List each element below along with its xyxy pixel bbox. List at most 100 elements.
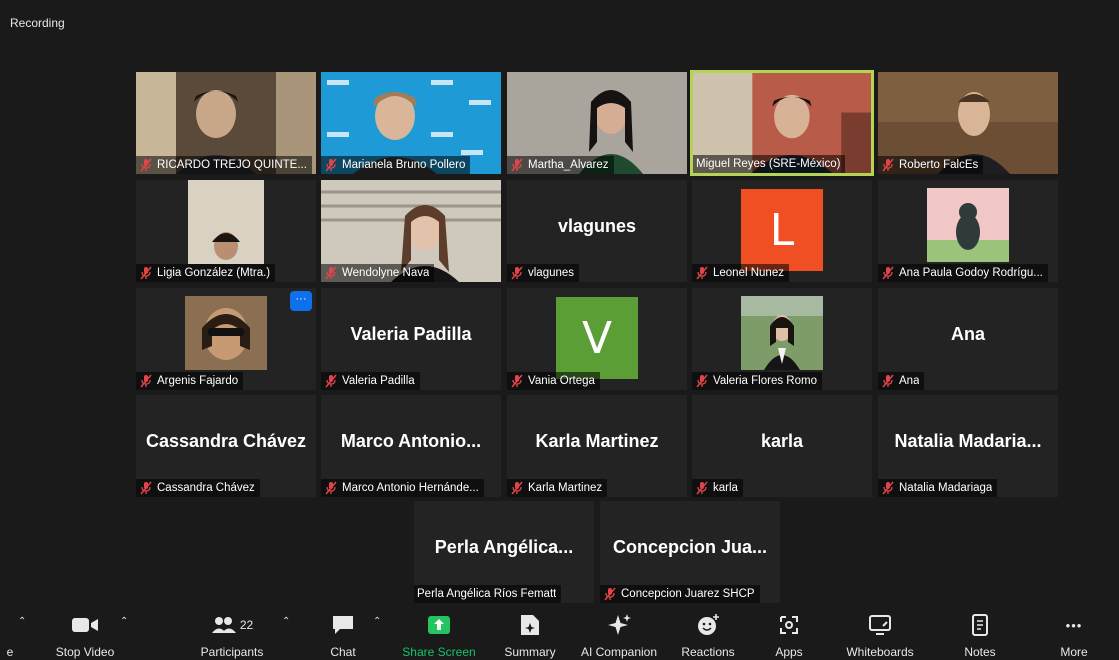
participant-tile[interactable]: Martha_Alvarez xyxy=(507,72,687,174)
more-options-button[interactable]: ··· xyxy=(290,291,312,311)
participant-tile[interactable]: V Vania Ortega xyxy=(507,288,687,390)
ai-sparkle-icon xyxy=(608,614,631,635)
participant-name-label: Martha_Alvarez xyxy=(507,156,614,174)
mic-muted-icon xyxy=(696,266,708,280)
more-button[interactable]: ••• More xyxy=(1048,612,1100,660)
participant-tile[interactable]: Ligia González (Mtra.) xyxy=(136,180,316,282)
active-speaker-tile[interactable]: Miguel Reyes (SRE-México) xyxy=(690,70,874,176)
mic-muted-icon xyxy=(140,374,152,388)
participant-name-label: Ana Paula Godoy Rodrígu... xyxy=(878,264,1048,282)
apps-button[interactable]: Apps xyxy=(760,612,818,660)
reactions-button[interactable]: Reactions xyxy=(676,612,740,660)
participant-tile[interactable]: Valeria Padilla Valeria Padilla xyxy=(321,288,501,390)
share-screen-button[interactable]: Share Screen xyxy=(398,612,480,660)
stop-video-button[interactable]: Stop Video xyxy=(48,612,122,660)
participant-name-label: Natalia Madariaga xyxy=(878,479,998,497)
participant-tile[interactable]: Cassandra Chávez Cassandra Chávez xyxy=(136,395,316,497)
participant-name-label: Miguel Reyes (SRE-México) xyxy=(693,155,846,173)
mic-muted-icon xyxy=(325,266,337,280)
top-bar: Recording xyxy=(0,0,1119,58)
audio-button[interactable]: e xyxy=(0,612,20,660)
participant-tile[interactable]: Karla Martinez Karla Martinez xyxy=(507,395,687,497)
whiteboards-button[interactable]: Whiteboards xyxy=(838,612,922,660)
participant-tile[interactable]: Marianela Bruno Pollero xyxy=(321,72,501,174)
summary-icon xyxy=(521,615,539,635)
participant-tile[interactable]: Marco Antonio... Marco Antonio Hernánde.… xyxy=(321,395,501,497)
participant-tile[interactable]: vlagunes vlagunes xyxy=(507,180,687,282)
mic-muted-icon xyxy=(511,266,523,280)
participant-name-label: Cassandra Chávez xyxy=(136,479,260,497)
chat-button[interactable]: Chat xyxy=(320,612,366,660)
participants-button[interactable]: 22 Participants xyxy=(190,612,274,660)
participant-name-label: Valeria Flores Romo xyxy=(692,372,822,390)
participant-tile[interactable]: Roberto FalcEs xyxy=(878,72,1058,174)
participant-display-name: Karla Martinez xyxy=(535,431,659,451)
participant-display-name: Cassandra Chávez xyxy=(145,431,307,451)
participant-name-label: Perla Angélica Ríos Fematt xyxy=(414,585,562,603)
participant-tile[interactable]: Concepcion Jua... Concepcion Juarez SHCP xyxy=(600,501,780,603)
chat-options-caret-icon[interactable]: ⌃ xyxy=(373,616,381,627)
participant-tile[interactable]: Valeria Flores Romo xyxy=(692,288,872,390)
participant-name-label: Ana xyxy=(878,372,925,390)
participant-name-label: Valeria Padilla xyxy=(321,372,420,390)
mic-muted-icon xyxy=(140,266,152,280)
participant-name-label: Argenis Fajardo xyxy=(136,372,244,390)
mic-muted-icon xyxy=(511,374,523,388)
mic-muted-icon xyxy=(140,481,152,495)
mic-muted-icon xyxy=(696,481,708,495)
participant-display-name: Natalia Madaria... xyxy=(894,431,1042,451)
avatar-initial: L xyxy=(741,189,823,271)
mic-muted-icon xyxy=(882,158,894,172)
participant-tile[interactable]: karla karla xyxy=(692,395,872,497)
mic-muted-icon xyxy=(325,481,337,495)
participant-display-name: Concepcion Jua... xyxy=(612,537,768,557)
participant-name-label: Karla Martinez xyxy=(507,479,608,497)
share-screen-icon xyxy=(428,616,450,634)
participants-icon xyxy=(211,617,236,633)
participants-count: 22 xyxy=(239,618,254,632)
participants-options-caret-icon[interactable]: ⌃ xyxy=(282,616,290,627)
participant-tile[interactable]: Natalia Madaria... Natalia Madariaga xyxy=(878,395,1058,497)
mic-muted-icon xyxy=(604,587,616,601)
mic-muted-icon xyxy=(696,374,708,388)
video-camera-icon xyxy=(72,618,98,632)
participant-display-name: Ana xyxy=(950,324,985,344)
notes-icon xyxy=(972,614,988,636)
participant-name-label: Vania Ortega xyxy=(507,372,600,390)
participant-name-label: Marianela Bruno Pollero xyxy=(321,156,471,174)
participant-name-label: Leonel Nunez xyxy=(692,264,789,282)
summary-button[interactable]: Summary xyxy=(498,612,562,660)
mic-muted-icon xyxy=(140,158,152,172)
more-dots-icon: ••• xyxy=(1065,617,1083,633)
participant-tile[interactable]: L Leonel Nunez xyxy=(692,180,872,282)
participant-display-name: Marco Antonio... xyxy=(340,431,482,451)
recording-indicator: Recording xyxy=(10,16,65,30)
participant-tile[interactable]: Ana Ana xyxy=(878,288,1058,390)
participant-tile[interactable]: Ana Paula Godoy Rodrígu... xyxy=(878,180,1058,282)
avatar-initial: V xyxy=(556,297,638,379)
participant-tile[interactable]: Wendolyne Nava xyxy=(321,180,501,282)
participant-name-label: Concepcion Juarez SHCP xyxy=(600,585,760,603)
participant-display-name: Valeria Padilla xyxy=(350,324,472,344)
participant-name-label: RICARDO TREJO QUINTE... xyxy=(136,156,312,174)
mic-muted-icon xyxy=(882,481,894,495)
mic-muted-icon xyxy=(325,374,337,388)
gallery-view: RICARDO TREJO QUINTE... Marianela Bruno … xyxy=(0,58,1119,608)
audio-options-caret-icon[interactable]: ⌃ xyxy=(18,616,26,627)
participant-tile[interactable]: RICARDO TREJO QUINTE... xyxy=(136,72,316,174)
participant-tile[interactable]: ··· Argenis Fajardo xyxy=(136,288,316,390)
notes-button[interactable]: Notes xyxy=(950,612,1010,660)
whiteboard-icon xyxy=(869,615,891,635)
meeting-toolbar: e ⌃ Stop Video ⌃ 22 Participants ⌃ Chat … xyxy=(0,608,1119,660)
participant-name-label: Roberto FalcEs xyxy=(878,156,984,174)
ai-companion-button[interactable]: AI Companion xyxy=(576,612,662,660)
video-options-caret-icon[interactable]: ⌃ xyxy=(120,616,128,627)
mic-muted-icon xyxy=(882,374,894,388)
apps-icon xyxy=(780,616,798,634)
participant-tile[interactable]: Perla Angélica... Perla Angélica Ríos Fe… xyxy=(414,501,594,603)
participant-name-label: Ligia González (Mtra.) xyxy=(136,264,276,282)
participant-name-label: karla xyxy=(692,479,743,497)
participant-display-name: vlagunes xyxy=(557,216,637,236)
participant-display-name: Perla Angélica... xyxy=(434,537,574,557)
participant-name-label: vlagunes xyxy=(507,264,580,282)
